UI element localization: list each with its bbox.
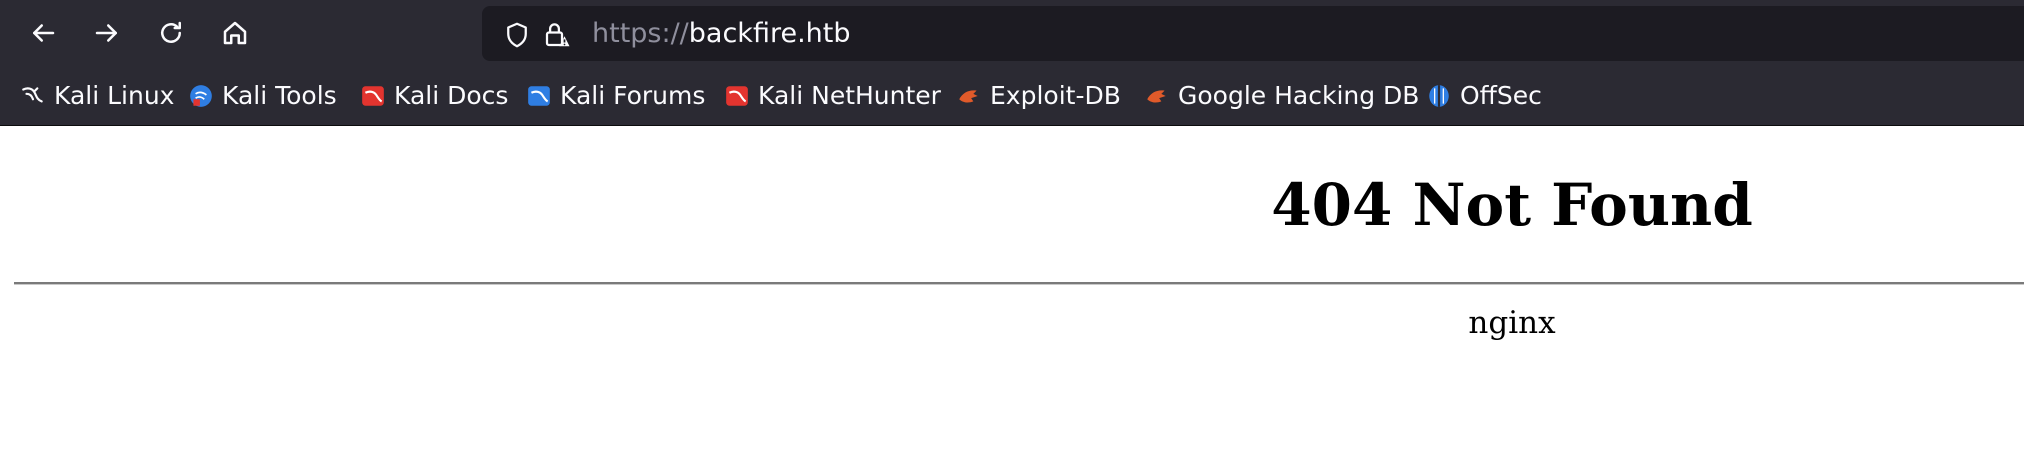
bookmark-label: Exploit-DB — [990, 81, 1121, 110]
url-scheme: https:// — [592, 18, 689, 49]
browser-toolbar: https://backfire.htb — [0, 0, 2024, 66]
reload-button[interactable] — [147, 9, 195, 57]
back-button[interactable] — [19, 9, 67, 57]
kali-forums-icon — [526, 83, 552, 109]
bookmark-exploit-db[interactable]: Exploit-DB — [956, 66, 1121, 125]
horizontal-rule — [14, 282, 2024, 285]
kali-tools-icon — [188, 83, 214, 109]
bookmark-offsec[interactable]: OffSec — [1426, 66, 1542, 125]
shield-icon[interactable] — [502, 20, 532, 50]
bookmark-label: Google Hacking DB — [1178, 81, 1420, 110]
bookmark-label: Kali Linux — [54, 81, 175, 110]
ghdb-icon — [1144, 83, 1170, 109]
kali-nethunter-icon — [724, 83, 750, 109]
page-heading: 404 Not Found — [1271, 171, 1753, 239]
url-text[interactable]: https://backfire.htb — [592, 6, 851, 61]
url-bar[interactable]: https://backfire.htb — [482, 6, 2024, 61]
bookmark-kali-docs[interactable]: Kali Docs — [360, 66, 508, 125]
bookmark-kali-nethunter[interactable]: Kali NetHunter — [724, 66, 941, 125]
lock-warning-icon[interactable] — [542, 20, 572, 50]
arrow-right-icon — [95, 24, 117, 42]
bookmarks-toolbar: Kali Linux Kali Tools Kali Docs Kali For… — [0, 66, 2024, 126]
kali-dragon-icon — [20, 83, 46, 109]
bookmark-kali-tools[interactable]: Kali Tools — [188, 66, 337, 125]
bookmark-label: Kali Tools — [222, 81, 337, 110]
bookmark-google-hacking-db[interactable]: Google Hacking DB — [1144, 66, 1419, 125]
home-button[interactable] — [211, 9, 259, 57]
offsec-icon — [1426, 83, 1452, 109]
bookmark-label: OffSec — [1460, 81, 1542, 110]
arrow-left-icon — [33, 24, 55, 42]
kali-docs-icon — [360, 83, 386, 109]
url-host: backfire.htb — [688, 18, 851, 49]
bookmark-label: Kali NetHunter — [758, 81, 941, 110]
forward-button[interactable] — [83, 9, 131, 57]
bookmark-kali-linux[interactable]: Kali Linux — [20, 66, 174, 125]
server-signature: nginx — [1468, 305, 1556, 341]
bookmark-kali-forums[interactable]: Kali Forums — [526, 66, 705, 125]
bookmark-label: Kali Docs — [394, 81, 509, 110]
bookmark-label: Kali Forums — [560, 81, 706, 110]
exploit-db-icon — [956, 83, 982, 109]
reload-icon — [161, 21, 181, 43]
home-icon — [223, 21, 247, 45]
